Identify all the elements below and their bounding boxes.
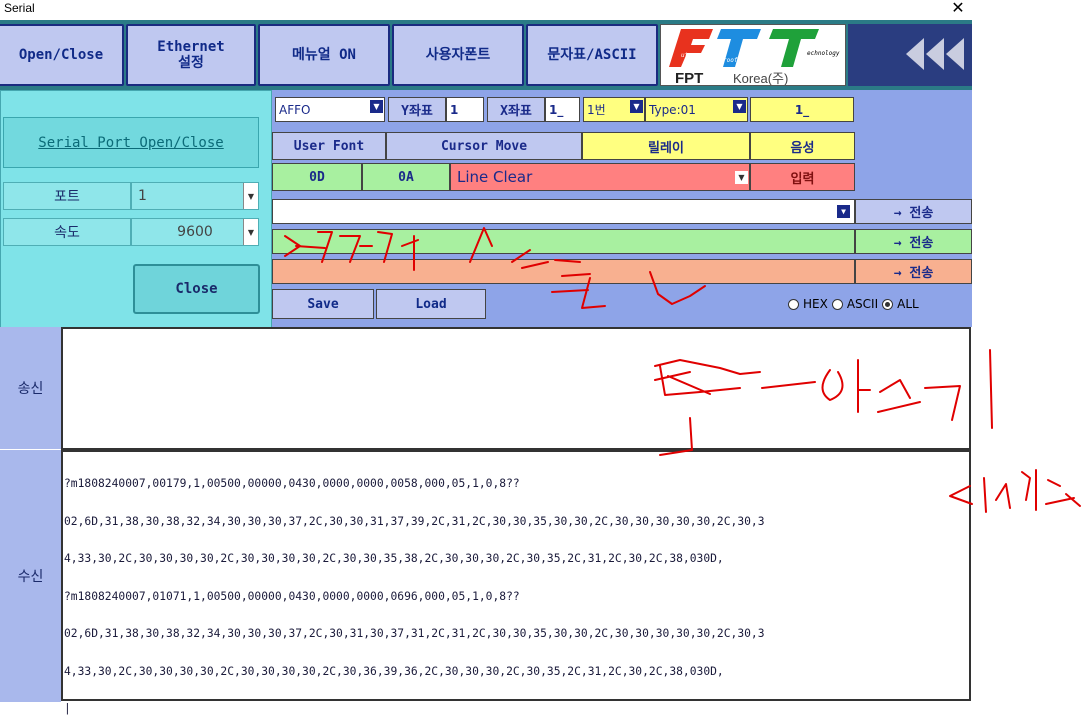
- ethernet-settings-button[interactable]: Ethernet 설정: [126, 24, 256, 86]
- send-area-label: 송신: [0, 327, 61, 449]
- speed-value: 9600: [177, 224, 213, 240]
- chevron-down-icon[interactable]: ▼: [735, 171, 748, 184]
- send-button-3[interactable]: → 전송: [855, 259, 972, 284]
- number-select[interactable]: 1번 ▼: [583, 97, 645, 122]
- send-button-2[interactable]: → 전송: [855, 229, 972, 254]
- receive-line: 02,6D,31,38,30,38,32,34,30,30,30,37,2C,3…: [64, 514, 765, 528]
- receive-line: ?m1808240007,00179,1,00500,00000,0430,00…: [64, 477, 520, 490]
- logo-sub: Korea(주): [733, 71, 788, 85]
- oa-button[interactable]: 0A: [362, 163, 450, 191]
- input-button[interactable]: 입력: [750, 163, 855, 191]
- font-select-value: AFFO: [279, 102, 311, 117]
- send-button-1[interactable]: → 전송: [855, 199, 972, 224]
- x-coord-label: X좌표: [487, 97, 545, 122]
- type-select-value: Type:01: [649, 102, 696, 117]
- port-label: 포트: [3, 182, 131, 210]
- logo-tag-1: uture: [681, 52, 699, 59]
- y-coord-input[interactable]: 1: [446, 97, 484, 122]
- line-clear-select[interactable]: Line Clear ▼: [450, 163, 750, 191]
- voice-button[interactable]: 음성: [750, 132, 855, 160]
- receive-area-label: 수신: [0, 450, 61, 702]
- open-close-button[interactable]: Open/Close: [0, 24, 124, 86]
- ascii-label: ASCII: [846, 297, 879, 311]
- logo-tag-3: echnology: [807, 50, 840, 57]
- user-font-toolbar-button[interactable]: 사용자폰트: [392, 24, 524, 86]
- logo-tag-2: roof: [723, 57, 738, 64]
- chevron-down-icon[interactable]: ▼: [243, 219, 258, 245]
- window-title: Serial: [4, 1, 35, 15]
- hex-label: HEX: [803, 297, 828, 311]
- close-button[interactable]: Close: [133, 264, 260, 314]
- font-select[interactable]: AFFO ▼: [275, 97, 385, 122]
- send-input-green[interactable]: [272, 229, 855, 254]
- type-select[interactable]: Type:01 ▼: [645, 97, 748, 122]
- chevron-down-icon[interactable]: ▼: [733, 100, 746, 113]
- load-button[interactable]: Load: [376, 289, 486, 319]
- ascii-radio[interactable]: [831, 298, 843, 310]
- serial-port-open-close-button[interactable]: Serial Port Open/Close: [3, 117, 259, 168]
- receive-line: 02,6D,31,38,30,38,32,34,30,30,30,37,2C,3…: [64, 627, 765, 640]
- chevron-down-icon[interactable]: ▼: [370, 100, 383, 113]
- manual-on-button[interactable]: 메뉴얼 ON: [258, 24, 390, 86]
- receive-line: ?m1808240007,01071,1,00500,00000,0430,00…: [64, 589, 520, 603]
- receive-cursor: |: [64, 702, 71, 715]
- logo-brand: FPT: [675, 70, 703, 85]
- send-input-white[interactable]: ▼: [272, 199, 855, 224]
- chevron-down-icon[interactable]: ▼: [630, 100, 643, 113]
- back-arrows-icon[interactable]: [848, 24, 972, 86]
- save-button[interactable]: Save: [272, 289, 374, 319]
- display-mode-radios: HEX ASCII ALL: [788, 294, 919, 314]
- chevron-down-icon[interactable]: ▼: [243, 183, 258, 209]
- cursor-move-button[interactable]: Cursor Move: [386, 132, 582, 160]
- receive-line: 4,33,30,2C,30,30,30,30,2C,30,30,30,30,2C…: [64, 552, 724, 565]
- send-input-salmon[interactable]: [272, 259, 855, 284]
- od-button[interactable]: 0D: [272, 163, 362, 191]
- receive-line: 4,33,30,2C,30,30,30,30,2C,30,30,30,30,2C…: [64, 664, 724, 678]
- user-font-button[interactable]: User Font: [272, 132, 386, 160]
- number-select-value: 1번: [587, 103, 606, 117]
- title-bar: [0, 0, 972, 20]
- relay-button[interactable]: 릴레이: [582, 132, 750, 160]
- speed-label: 속도: [3, 218, 131, 246]
- send-textarea[interactable]: [61, 327, 971, 450]
- fpt-korea-logo: uture roof echnology FPT Korea(주): [660, 24, 846, 87]
- line-clear-value: Line Clear: [457, 168, 533, 186]
- port-select[interactable]: 1 ▼: [131, 182, 259, 210]
- receive-text: ?m1808240007,00179,1,00500,00000,0430,00…: [64, 453, 969, 728]
- chevron-down-icon[interactable]: ▼: [837, 205, 850, 218]
- port-value: 1: [138, 188, 147, 204]
- all-label: ALL: [897, 297, 919, 311]
- speed-select[interactable]: 9600 ▼: [131, 218, 259, 246]
- all-radio[interactable]: [882, 298, 894, 310]
- close-icon[interactable]: ✕: [946, 0, 970, 19]
- x-coord-input[interactable]: 1_: [545, 97, 580, 122]
- y-coord-label: Y좌표: [388, 97, 446, 122]
- hex-radio[interactable]: [788, 298, 799, 310]
- charset-ascii-button[interactable]: 문자표/ASCII: [526, 24, 658, 86]
- voice-value-input[interactable]: 1_: [750, 97, 854, 122]
